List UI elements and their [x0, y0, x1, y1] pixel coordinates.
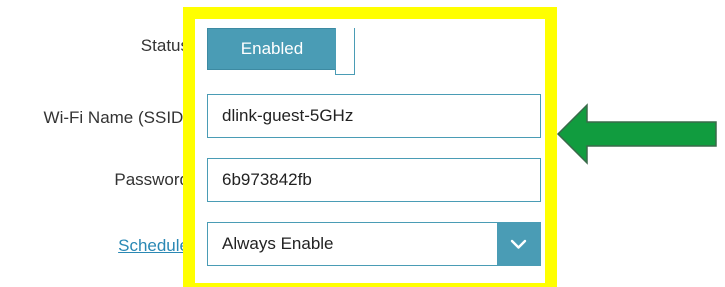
password-label: Password [114, 170, 189, 189]
password-input[interactable]: 6b973842fb [207, 158, 541, 202]
green-arrow-icon [556, 103, 717, 165]
schedule-select[interactable]: Always Enable [207, 222, 541, 266]
ssid-input[interactable]: dlink-guest-5GHz [207, 94, 541, 138]
router-guest-wifi-settings: Status Wi-Fi Name (SSID) Password Schedu… [0, 0, 725, 287]
status-label: Status [140, 36, 189, 55]
status-toggle[interactable]: Enabled [207, 28, 357, 75]
toggle-knob[interactable] [335, 28, 355, 75]
schedule-link[interactable]: Schedule [118, 234, 189, 258]
schedule-select-value: Always Enable [222, 234, 334, 253]
chevron-down-icon [510, 239, 527, 249]
status-toggle-label: Enabled [207, 28, 337, 70]
schedule-dropdown-button[interactable] [497, 223, 540, 265]
ssid-label: Wi-Fi Name (SSID) [43, 108, 189, 127]
